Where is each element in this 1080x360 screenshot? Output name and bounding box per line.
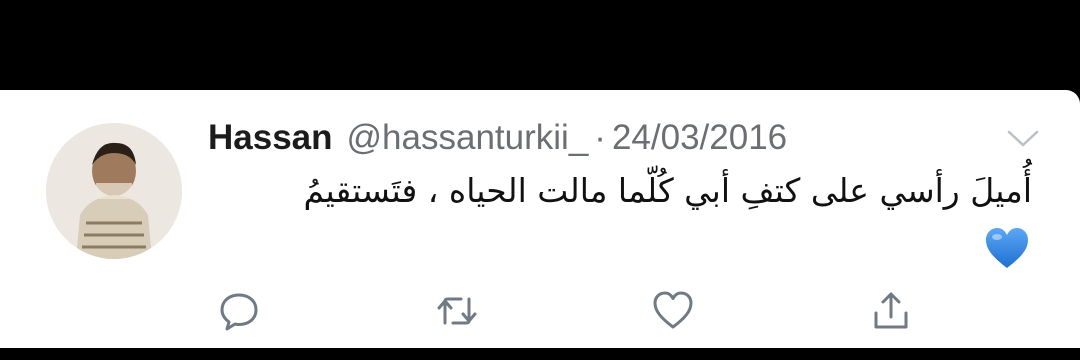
tweet-text: أُميلَ رأسي على كتفِ أبي كُلّما مالت الح… [303, 171, 1032, 210]
speech-bubble-icon [220, 293, 258, 331]
tweet-date[interactable]: 24/03/2016 [612, 118, 787, 158]
heart-icon [653, 291, 693, 329]
author-handle[interactable]: @hassanturkii_ [347, 118, 589, 158]
share-icon [874, 292, 908, 329]
author-name[interactable]: Hassan [208, 118, 333, 158]
tweet-card[interactable]: Hassan @hassanturkii_ · 24/03/2016 أُميل… [0, 90, 1080, 348]
like-button[interactable] [648, 286, 698, 336]
chevron-down-icon[interactable] [1006, 128, 1040, 150]
share-button[interactable] [866, 286, 916, 336]
header-separator: · [594, 118, 606, 157]
avatar[interactable] [46, 123, 182, 259]
blue-heart-emoji [984, 226, 1030, 270]
retweet-icon [437, 297, 477, 325]
reply-button[interactable] [214, 286, 264, 336]
bottom-black-bar [0, 348, 1080, 360]
tweet-header: Hassan @hassanturkii_ · 24/03/2016 [208, 118, 787, 164]
retweet-button[interactable] [432, 286, 482, 336]
top-black-bar [0, 0, 1080, 90]
